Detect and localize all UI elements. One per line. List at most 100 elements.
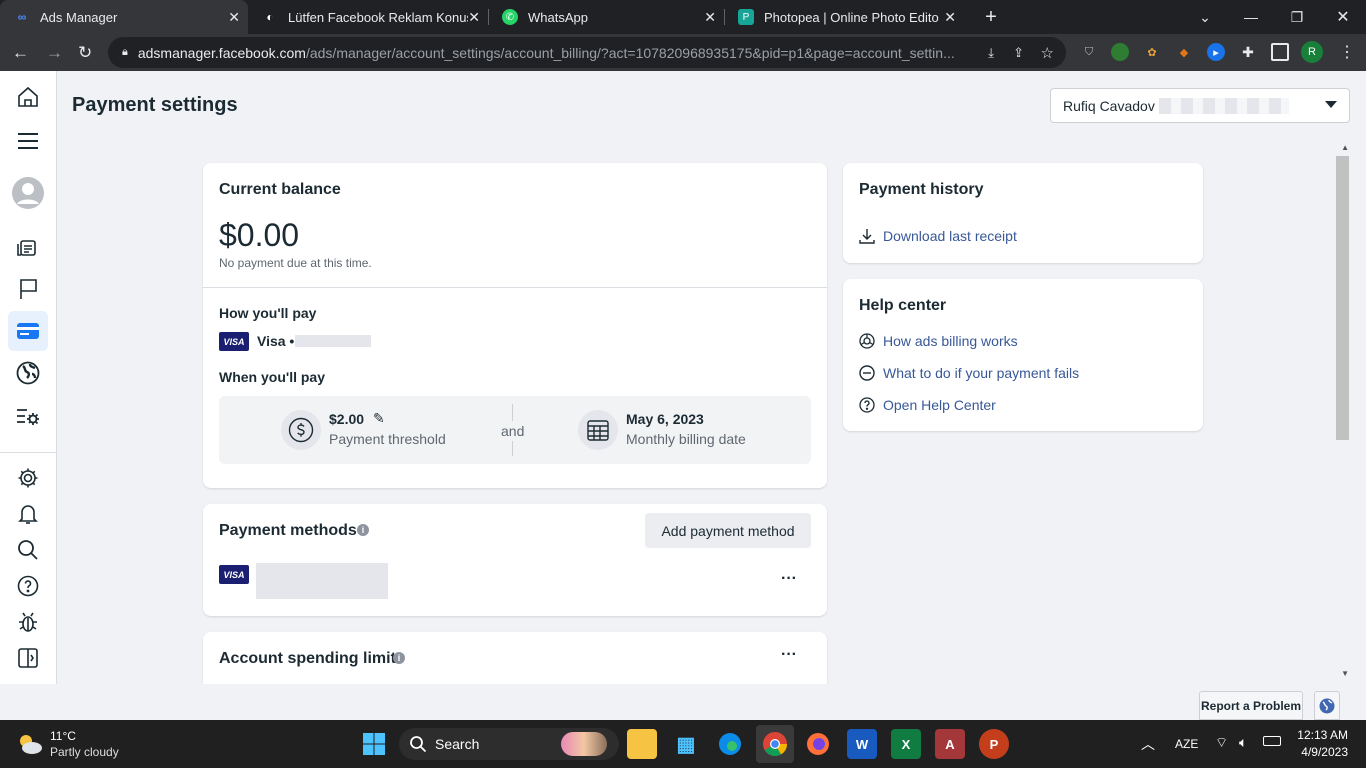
search-highlight-icon [561,732,607,756]
edit-pencil-icon[interactable]: ✎ [373,410,385,427]
help-link-payment-fails[interactable]: What to do if your payment fails [883,365,1079,381]
tab-facebook-ad[interactable]: ◐ Lütfen Facebook Reklam Konusun ✕ [248,0,488,34]
browser-tab-bar: ∞ Ads Manager ✕ ◐ Lütfen Facebook Reklam… [0,0,1366,34]
flag-icon[interactable] [8,269,48,309]
cookie-extension-icon[interactable]: ✿ [1143,43,1161,61]
minimize-icon[interactable]: — [1228,0,1274,34]
taskbar-search[interactable]: Search [399,728,619,760]
help-link-open-center[interactable]: Open Help Center [883,397,996,413]
search-icon[interactable] [8,530,48,570]
tab-ads-manager[interactable]: ∞ Ads Manager ✕ [0,0,248,34]
language-indicator[interactable]: AZE [1175,737,1198,751]
reload-icon[interactable]: ↻ [78,43,92,63]
info-icon[interactable]: i [357,524,369,536]
access-icon[interactable]: A [935,729,965,759]
bell-icon[interactable] [8,494,48,534]
payment-history-card: Payment history Download last receipt [843,163,1203,263]
edge-icon[interactable] [715,729,745,759]
scrollbar-thumb[interactable] [1336,156,1349,440]
globe-language-icon[interactable] [1314,691,1340,720]
bookmark-star-icon[interactable]: ☆ [1041,44,1054,62]
close-icon[interactable]: ✕ [704,9,716,26]
install-icon[interactable]: ⤓ [988,45,994,61]
restore-icon[interactable]: ❐ [1274,0,1320,34]
powerpoint-icon[interactable]: P [979,729,1009,759]
volume-icon[interactable]: 🔈︎ [1239,734,1247,751]
sidebar-toggle-icon[interactable] [8,638,48,678]
report-problem-button[interactable]: Report a Problem [1199,691,1303,720]
chrome-icon[interactable] [756,725,794,763]
close-icon[interactable]: ✕ [468,9,480,26]
info-icon[interactable]: i [393,652,405,664]
avatar[interactable] [8,173,48,213]
more-options-button[interactable]: ··· [781,570,797,588]
tab-search-icon[interactable]: ⌄ [1182,0,1228,34]
help-center-card: Help center How ads billing works What t… [843,279,1203,431]
payment-methods-card: Payment methods i Add payment method VIS… [203,504,827,616]
new-tab-icon[interactable]: + [968,0,1014,34]
window-close-icon[interactable]: ✕ [1320,0,1366,34]
main-content: Payment settings Rufiq Cavadov Current b… [57,71,1366,684]
shield-extension-icon[interactable]: ⛉ [1080,43,1098,61]
tab-title: WhatsApp [528,9,588,25]
close-icon[interactable]: ✕ [228,9,240,26]
help-icon[interactable] [8,566,48,606]
menu-kebab-icon[interactable]: ⋮ [1338,43,1356,61]
firefox-icon[interactable] [803,729,833,759]
payment-schedule-box: $2.00 ✎ Payment threshold and May 6, 202… [219,396,811,464]
when-you-pay-heading: When you'll pay [219,369,326,385]
account-name: Rufiq Cavadov [1063,97,1155,114]
taskbar: 11°C Partly cloudy Search ▦ W X A P ︿ AZ… [0,720,1366,768]
chevron-down-icon [1325,101,1337,108]
meta-icon: ∞ [17,10,27,24]
scroll-down-icon[interactable]: ▼ [1341,669,1349,678]
clock-date[interactable]: 4/9/2023 [1296,745,1348,759]
close-icon[interactable]: ✕ [944,9,956,26]
windows-start-icon[interactable] [359,729,389,759]
address-input[interactable]: 🔒︎ adsmanager.facebook.com/ads/manager/a… [108,37,1066,68]
metamask-icon[interactable]: ◆ [1175,43,1193,61]
current-balance-heading: Current balance [219,181,341,198]
billing-card-icon[interactable] [8,311,48,351]
threshold-value: $2.00 [329,411,365,427]
scroll-up-icon[interactable]: ▲ [1341,143,1349,152]
tab-whatsapp[interactable]: ✆ WhatsApp ✕ [488,0,724,34]
wifi-icon[interactable]: ⌔ [1215,734,1228,752]
tab-title: Lütfen Facebook Reklam Konusun [288,9,468,25]
home-icon[interactable] [8,77,48,117]
weather-temp: 11°C [50,729,76,743]
tab-favicon-icon: ◐ [266,10,274,24]
tab-photopea[interactable]: P Photopea | Online Photo Editor ✕ [724,0,964,34]
download-receipt-link[interactable]: Download last receipt [883,228,1017,244]
word-icon[interactable]: W [847,729,877,759]
chevron-up-icon[interactable]: ︿ [1141,734,1155,754]
more-options-button[interactable]: ··· [781,646,797,664]
profile-avatar[interactable]: R [1301,41,1323,63]
store-icon[interactable]: ▦ [671,729,701,759]
help-center-heading: Help center [859,297,947,314]
account-selector[interactable]: Rufiq Cavadov [1050,88,1350,123]
sidepanel-icon[interactable] [1271,43,1289,61]
campaigns-icon[interactable] [8,227,48,267]
clock-time[interactable]: 12:13 AM [1296,728,1348,742]
file-explorer-icon[interactable] [627,729,657,759]
globe-icon[interactable] [8,353,48,393]
back-icon[interactable]: ← [12,43,29,63]
gear-icon[interactable] [8,458,48,498]
forward-icon[interactable]: → [46,43,63,63]
puzzle-icon[interactable]: ✚ [1239,43,1257,61]
visa-logo: VISA [219,332,249,351]
share-icon[interactable]: ⇪ [1013,45,1024,61]
bug-icon[interactable] [8,602,48,642]
and-label: and [501,421,525,441]
settings-list-icon[interactable] [8,397,48,437]
extension-icon[interactable] [1111,43,1129,61]
billing-info-icon [859,333,875,354]
help-link-billing[interactable]: How ads billing works [883,333,1018,349]
excel-icon[interactable]: X [891,729,921,759]
hamburger-menu-icon[interactable] [8,121,48,161]
add-payment-method-button[interactable]: Add payment method [645,513,811,548]
question-circle-icon [859,397,875,418]
battery-icon[interactable] [1263,736,1281,746]
play-extension-icon[interactable]: ▸ [1207,43,1225,61]
